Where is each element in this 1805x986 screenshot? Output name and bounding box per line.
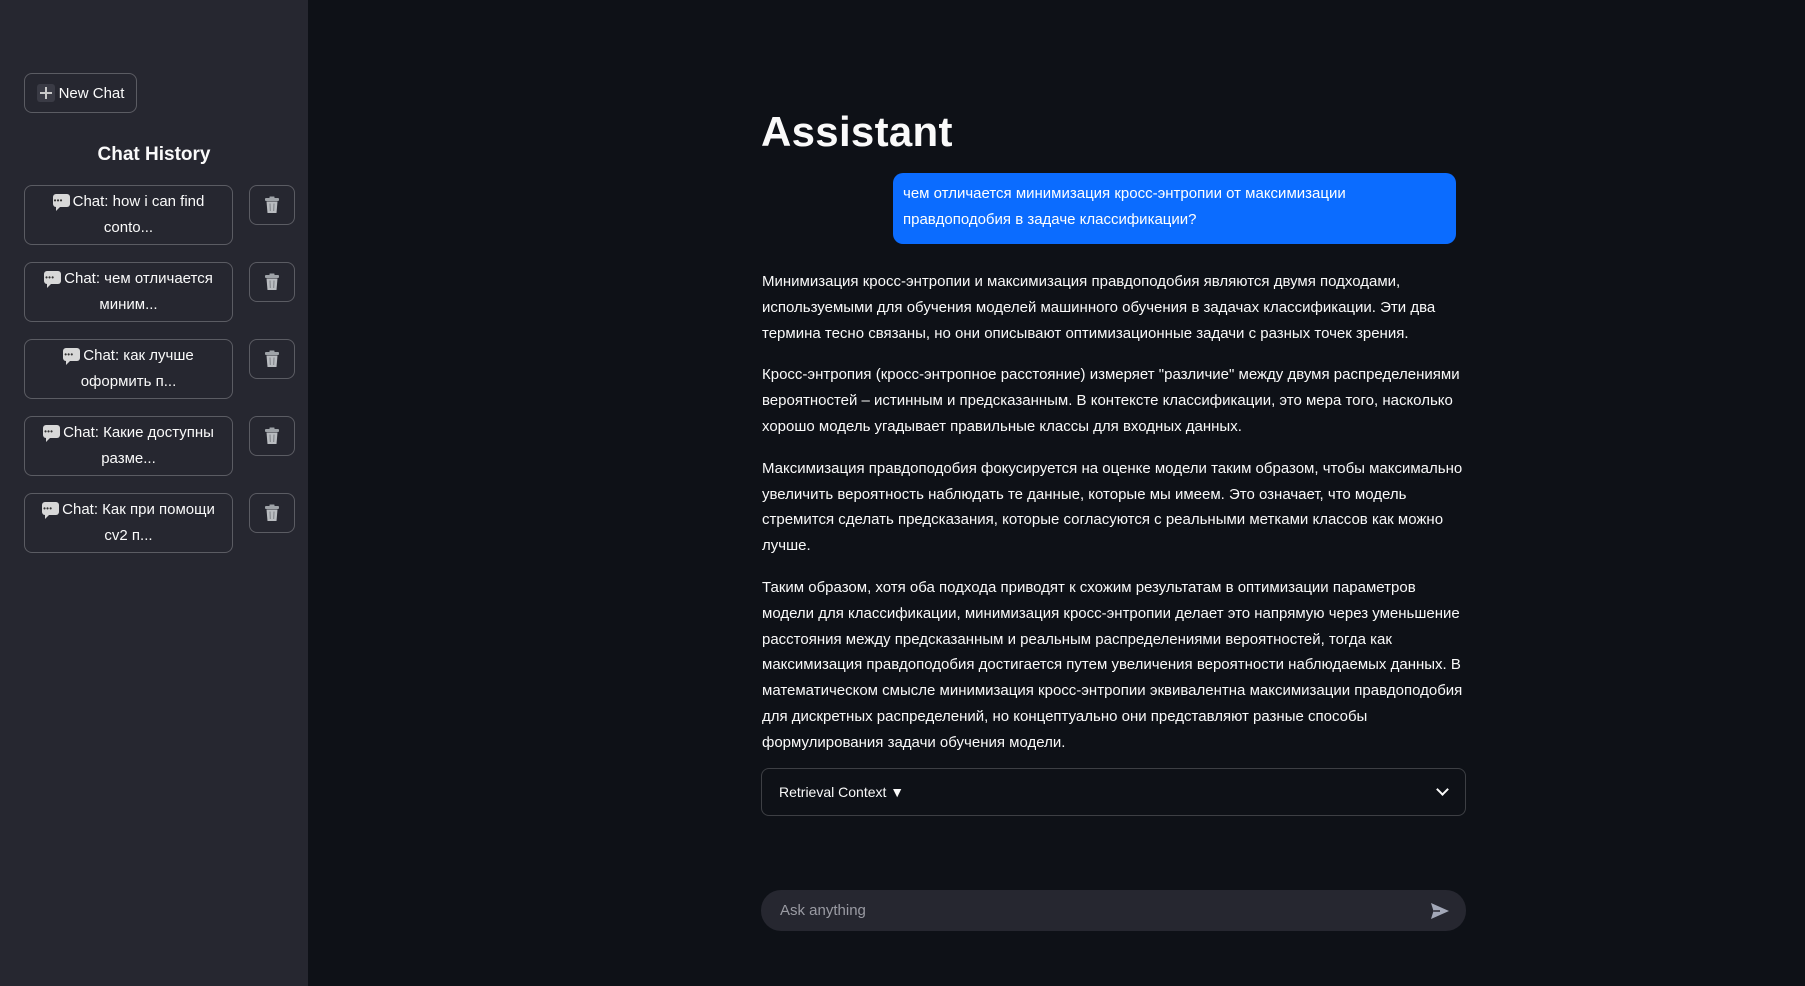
trash-icon [265,196,279,213]
chat-history-item[interactable]: Chat: как лучше оформить п... [24,339,233,399]
history-row: Chat: Какие доступны разме... [24,416,296,476]
chat-item-title-cont: cv2 п... [104,527,153,544]
history-row: Chat: как лучше оформить п... [24,339,296,399]
delete-chat-button[interactable] [249,416,295,456]
chat-item-title-cont: миним... [99,296,158,313]
history-row: Chat: Как при помощи cv2 п... [24,493,296,553]
trash-icon [265,504,279,521]
expander-label: Retrieval Context ▼ [779,784,905,800]
assistant-paragraph: Минимизация кросс-энтропии и максимизаци… [762,273,1436,342]
history-row: Chat: how i can find conto... [24,185,296,245]
chat-history-title: Chat History [97,144,211,165]
speech-bubble-icon [43,419,61,445]
send-icon [1431,902,1449,919]
chat-item-title: Chat: Как при помощи [62,501,215,518]
speech-bubble-icon [63,342,81,368]
chat-history-list: Chat: how i can find conto... Chat: чем … [24,185,296,570]
assistant-paragraph: Таким образом, хотя оба подхода приводят… [762,578,1463,751]
speech-bubble-icon [44,265,62,291]
chat-input-container [761,890,1466,931]
chat-history-item[interactable]: Chat: чем отличается миним... [24,262,233,322]
chevron-down-icon [1436,783,1449,796]
delete-chat-button[interactable] [249,262,295,302]
plus-icon [36,84,55,102]
chat-item-title-cont: conto... [103,219,154,236]
chat-item-title: Chat: how i can find [72,193,205,210]
retrieval-context-expander[interactable]: Retrieval Context ▼ [761,768,1466,816]
delete-chat-button[interactable] [249,339,295,379]
chat-item-title: Chat: как лучше [83,347,194,364]
history-row: Chat: чем отличается миним... [24,262,296,322]
send-button[interactable] [1426,897,1454,925]
chat-item-title: Chat: Какие доступны [63,424,214,441]
chat-item-title-cont: разме... [101,450,156,467]
chat-item-title: Chat: чем отличается [64,270,213,287]
trash-icon [265,427,279,444]
chat-history-item[interactable]: Chat: Какие доступны разме... [24,416,233,476]
assistant-message: Минимизация кросс-энтропии и максимизаци… [762,269,1466,772]
assistant-paragraph: Максимизация правдоподобия фокусируется … [762,459,1463,555]
assistant-paragraph: Кросс-энтропия (кросс-энтропное расстоян… [762,366,1460,435]
chat-input[interactable] [778,901,1426,920]
speech-bubble-icon [42,496,60,522]
chat-history-item[interactable]: Chat: Как при помощи cv2 п... [24,493,233,553]
new-chat-button[interactable]: New Chat [24,73,137,113]
sidebar: New Chat Chat History Chat: how i can fi… [0,0,308,986]
delete-chat-button[interactable] [249,493,295,533]
trash-icon [265,273,279,290]
chat-item-title-cont: оформить п... [80,373,177,390]
chat-history-item[interactable]: Chat: how i can find conto... [24,185,233,245]
new-chat-label: New Chat [58,84,125,102]
user-message-bubble: чем отличается минимизация кросс-энтропи… [893,173,1456,244]
delete-chat-button[interactable] [249,185,295,225]
page-title: Assistant [761,108,953,155]
trash-icon [265,350,279,367]
speech-bubble-icon [52,188,70,214]
